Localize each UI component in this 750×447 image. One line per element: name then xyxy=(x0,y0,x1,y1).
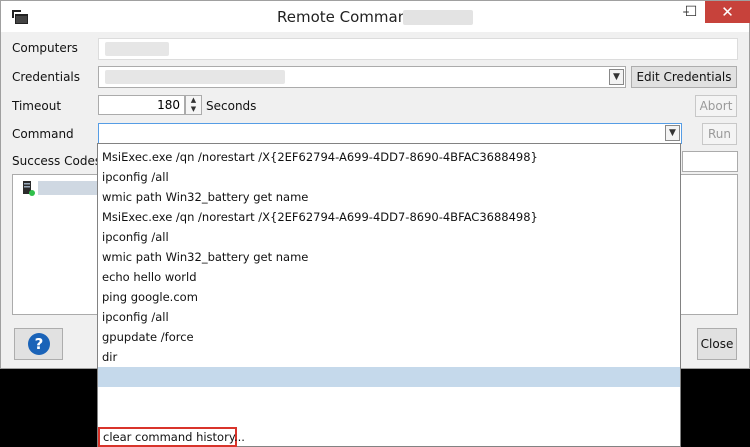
credentials-select[interactable]: ▼ xyxy=(98,66,626,88)
maximize-button[interactable]: ☐ xyxy=(681,1,701,23)
close-button[interactable]: Close xyxy=(697,328,737,360)
credentials-label: Credentials xyxy=(12,70,81,84)
timeout-unit-label: Seconds xyxy=(206,99,257,113)
title-bar[interactable]: Remote Command: – ☐ ✕ xyxy=(1,1,750,32)
command-history-item[interactable]: ipconfig /all xyxy=(98,167,680,187)
computers-field[interactable] xyxy=(98,38,738,60)
redacted-credentials xyxy=(105,70,285,84)
command-history-item[interactable]: wmic path Win32_battery get name xyxy=(98,247,680,267)
close-window-button[interactable]: ✕ xyxy=(705,1,750,23)
redacted-computer-name xyxy=(403,10,473,25)
command-history-item[interactable]: MsiExec.exe /qn /norestart /X{2EF62794-A… xyxy=(98,207,680,227)
clear-command-history-link[interactable]: clear command history... xyxy=(98,427,245,447)
spinner-down-icon[interactable]: ▼ xyxy=(186,105,201,114)
window-icon xyxy=(12,10,28,24)
chevron-down-icon[interactable]: ▼ xyxy=(665,125,680,141)
command-history-item[interactable]: MsiExec.exe /qn /norestart /X{2EF62794-A… xyxy=(98,147,680,167)
command-history-item[interactable]: wmic path Win32_battery get name xyxy=(98,187,680,207)
success-codes-input[interactable] xyxy=(682,151,738,172)
run-button[interactable]: Run xyxy=(702,123,737,145)
spinner-up-icon[interactable]: ▲ xyxy=(186,96,201,105)
command-label: Command xyxy=(12,127,74,141)
command-history-item[interactable]: ipconfig /all xyxy=(98,227,680,247)
timeout-spinner[interactable]: ▲ ▼ xyxy=(185,95,202,115)
abort-button[interactable]: Abort xyxy=(695,95,737,117)
help-icon: ? xyxy=(28,333,50,355)
command-history-item[interactable]: gpupdate /force xyxy=(98,327,680,347)
command-history-dropdown[interactable]: MsiExec.exe /qn /norestart /X{2EF62794-A… xyxy=(97,143,681,447)
redacted-computers xyxy=(105,42,169,56)
command-history-item[interactable]: echo hello world xyxy=(98,267,680,287)
command-history-item[interactable]: ping google.com xyxy=(98,287,680,307)
timeout-input[interactable]: 180 xyxy=(98,95,185,115)
command-combobox[interactable]: ▼ xyxy=(98,123,682,144)
edit-credentials-button[interactable]: Edit Credentials xyxy=(631,66,737,88)
command-history-item[interactable]: ipconfig /all xyxy=(98,307,680,327)
computers-label: Computers xyxy=(12,41,78,55)
computer-status-icon xyxy=(22,181,36,197)
chevron-down-icon[interactable]: ▼ xyxy=(609,69,624,85)
timeout-label: Timeout xyxy=(12,99,62,113)
command-history-item-selected[interactable] xyxy=(98,367,680,387)
command-history-item[interactable]: dir xyxy=(98,347,680,367)
success-codes-label: Success Codes xyxy=(12,154,102,168)
window-title: Remote Command: xyxy=(277,8,422,26)
help-button[interactable]: ? xyxy=(14,328,63,360)
